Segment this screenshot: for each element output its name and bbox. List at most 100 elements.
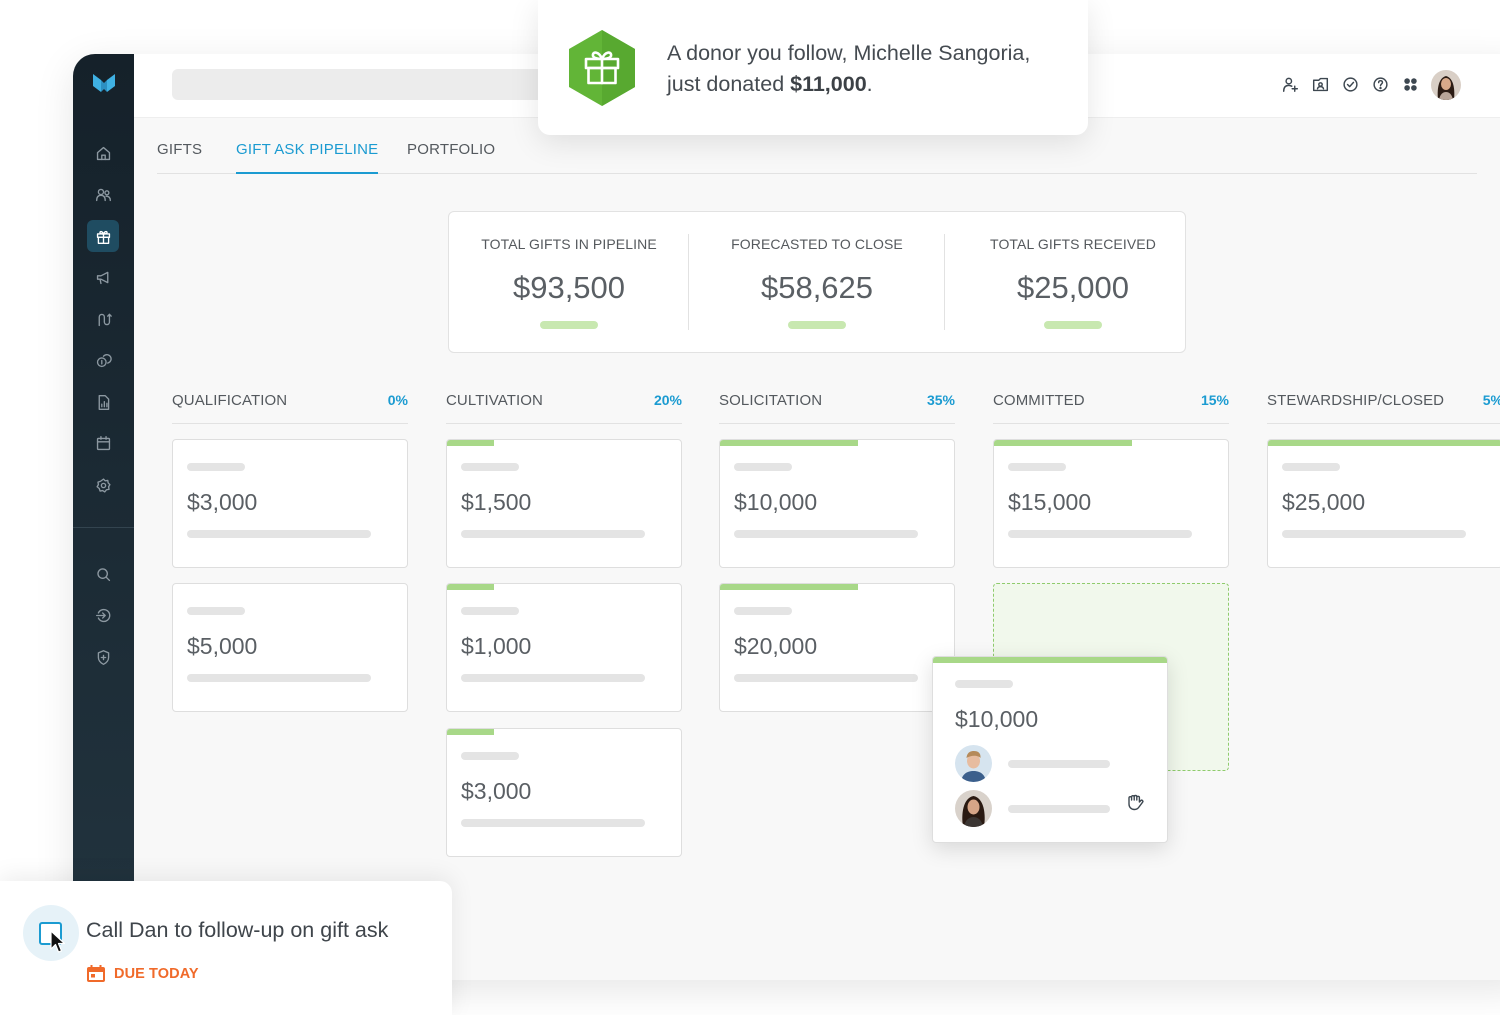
gift-card[interactable]: $5,000	[172, 583, 408, 712]
help-icon[interactable]	[1371, 75, 1389, 93]
tab-gift-ask-pipeline[interactable]: GIFT ASK PIPELINE	[236, 141, 379, 174]
gift-amount: $5,000	[187, 633, 258, 659]
placeholder-line	[734, 530, 918, 538]
placeholder-line	[1282, 530, 1466, 538]
placeholder-line	[187, 674, 371, 682]
calendar-icon[interactable]	[87, 427, 119, 459]
placeholder-line	[187, 607, 245, 615]
column-header-cultivation: CULTIVATION 20%	[446, 390, 682, 424]
placeholder-line	[955, 680, 1013, 688]
column-percent: 0%	[387, 392, 408, 408]
tab-bar: GIFTS GIFT ASK PIPELINE PORTFOLIO	[157, 141, 1477, 174]
card-progress-bar	[1268, 440, 1500, 446]
placeholder-line	[461, 819, 645, 827]
task-checkbox[interactable]	[23, 905, 79, 961]
search-input[interactable]	[172, 69, 552, 100]
task-due: DUE TODAY	[86, 964, 199, 983]
top-toolbar	[1281, 75, 1419, 93]
placeholder-line	[1008, 463, 1066, 471]
card-progress-bar	[720, 440, 858, 446]
gift-card[interactable]: $15,000	[993, 439, 1229, 568]
card-progress-bar	[720, 584, 858, 590]
placeholder-line	[187, 463, 245, 471]
column-title: CULTIVATION	[446, 392, 543, 409]
gift-card[interactable]: $25,000	[1267, 439, 1500, 568]
stat-label: TOTAL GIFTS IN PIPELINE	[481, 236, 657, 252]
avatar	[955, 790, 992, 827]
placeholder-line	[1282, 463, 1340, 471]
stat-bar	[540, 321, 598, 329]
gift-amount: $25,000	[1282, 489, 1366, 515]
column-title: QUALIFICATION	[172, 392, 288, 409]
megaphone-icon[interactable]	[87, 261, 119, 293]
column-header-qualification: QUALIFICATION 0%	[172, 390, 408, 424]
column-title: STEWARDSHIP/CLOSED	[1267, 392, 1445, 409]
placeholder-line	[734, 463, 792, 471]
task-title: Call Dan to follow-up on gift ask	[86, 918, 389, 942]
app-window: GIFTS GIFT ASK PIPELINE PORTFOLIO TOTAL …	[73, 54, 1500, 980]
divider	[944, 234, 945, 330]
check-circle-icon[interactable]	[1341, 75, 1359, 93]
add-user-icon[interactable]	[1281, 75, 1299, 93]
due-label: DUE TODAY	[114, 965, 199, 982]
gift-card[interactable]: $1,000	[446, 583, 682, 712]
contact-card-icon[interactable]	[1311, 75, 1329, 93]
pipeline-summary: TOTAL GIFTS IN PIPELINE $93,500 FORECAST…	[448, 211, 1186, 353]
sign-in-icon[interactable]	[87, 599, 119, 631]
apps-icon[interactable]	[1401, 75, 1419, 93]
placeholder-line	[461, 530, 645, 538]
tab-portfolio[interactable]: PORTFOLIO	[407, 141, 495, 174]
gift-icon[interactable]	[87, 220, 119, 252]
grab-hand-icon	[1128, 794, 1144, 811]
column-title: SOLICITATION	[719, 392, 823, 409]
card-progress-bar	[447, 729, 494, 735]
card-progress-bar	[994, 440, 1132, 446]
shield-icon[interactable]	[87, 641, 119, 673]
column-percent: 5%	[1482, 392, 1500, 408]
search-icon[interactable]	[87, 558, 119, 590]
task-reminder[interactable]: Call Dan to follow-up on gift ask DUE TO…	[0, 881, 452, 1015]
column-header-stewardship: STEWARDSHIP/CLOSED 5%	[1267, 390, 1500, 424]
placeholder-line	[461, 607, 519, 615]
stat-bar	[1044, 321, 1102, 329]
gift-amount: $1,000	[461, 633, 532, 659]
gift-card[interactable]: $20,000	[719, 583, 955, 712]
logo-icon[interactable]	[92, 72, 116, 94]
column-header-committed: COMMITTED 15%	[993, 390, 1229, 424]
gift-card[interactable]: $3,000	[172, 439, 408, 568]
stat-value: $93,500	[512, 270, 626, 305]
donation-notification[interactable]: A donor you follow, Michelle Sangoria, j…	[538, 0, 1088, 135]
card-progress-bar	[447, 584, 494, 590]
placeholder-line	[461, 463, 519, 471]
user-avatar[interactable]	[1431, 70, 1461, 100]
divider	[688, 234, 689, 330]
placeholder-line	[1008, 530, 1192, 538]
placeholder-line	[1008, 805, 1110, 813]
gift-card[interactable]: $1,500	[446, 439, 682, 568]
gift-amount: $1,500	[461, 489, 532, 515]
gift-amount: $3,000	[187, 489, 258, 515]
notification-message: A donor you follow, Michelle Sangoria, j…	[667, 38, 1067, 100]
home-icon[interactable]	[87, 137, 119, 169]
gift-card[interactable]: $10,000	[719, 439, 955, 568]
gift-icon	[569, 30, 635, 106]
placeholder-line	[734, 674, 918, 682]
placeholder-line	[734, 607, 792, 615]
donation-amount: $11,000	[790, 72, 867, 96]
settings-icon[interactable]	[87, 469, 119, 501]
people-icon[interactable]	[87, 178, 119, 210]
flow-icon[interactable]	[87, 303, 119, 335]
column-percent: 20%	[653, 392, 682, 408]
tab-gifts[interactable]: GIFTS	[157, 141, 202, 174]
cursor-icon	[50, 930, 66, 953]
placeholder-line	[461, 674, 645, 682]
placeholder-line	[1008, 760, 1110, 768]
calendar-icon	[87, 965, 105, 982]
stat-total-pipeline: TOTAL GIFTS IN PIPELINE $93,500	[449, 212, 689, 352]
report-icon[interactable]	[87, 386, 119, 418]
gift-card[interactable]: $3,000	[446, 728, 682, 857]
sidebar-divider	[73, 527, 134, 528]
dragging-gift-card[interactable]: $10,000	[932, 656, 1168, 843]
placeholder-line	[187, 530, 371, 538]
coins-icon[interactable]	[87, 344, 119, 376]
